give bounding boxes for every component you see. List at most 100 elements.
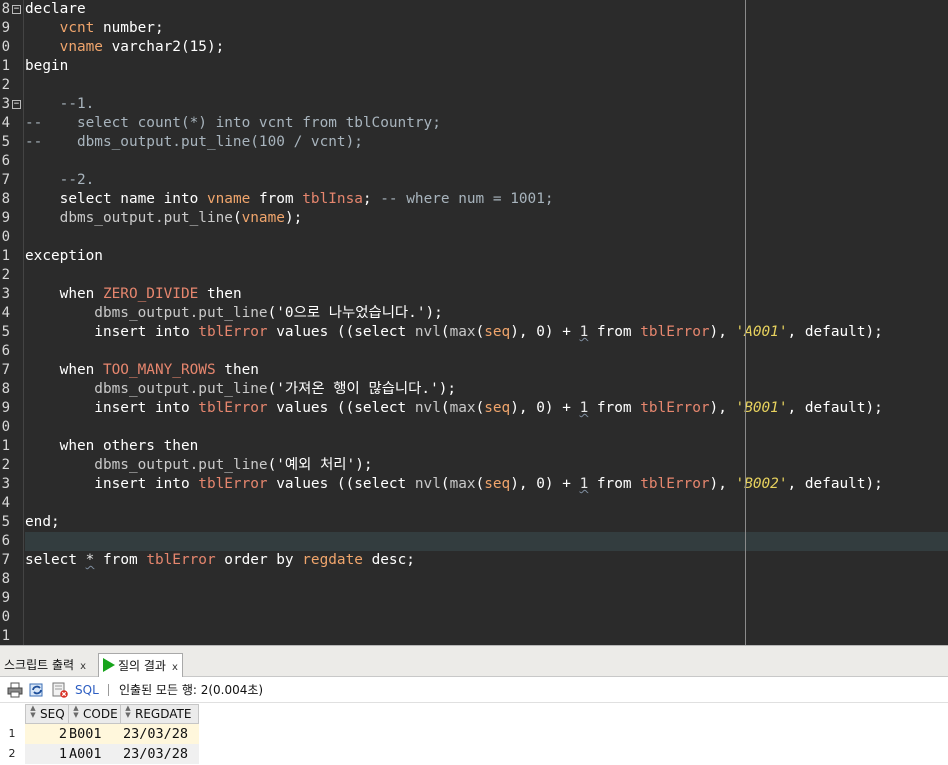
code-line[interactable]: dbms_output.put_line(vname); (25, 209, 948, 228)
cell-regdate[interactable]: 23/03/28 (121, 744, 199, 764)
code-token: from (588, 400, 641, 416)
code-token: select name into (25, 191, 207, 207)
code-line[interactable] (25, 76, 948, 95)
code-token: ); (284, 210, 303, 226)
code-line[interactable] (25, 608, 948, 627)
row-number: 1 (8, 727, 16, 740)
line-number: 1 (1, 628, 10, 644)
line-number: 8 (1, 191, 10, 207)
code-line[interactable] (25, 570, 948, 589)
code-token: ), (510, 400, 537, 416)
code-line[interactable] (25, 342, 948, 361)
code-token: varchar2 (102, 39, 181, 55)
cell-regdate[interactable]: 23/03/28 (121, 724, 199, 744)
sort-icon: ▲ ▼ (125, 704, 131, 719)
cell-seq[interactable]: 2 (25, 724, 69, 744)
line-number: 9 (1, 590, 10, 606)
line-number: 4 (1, 115, 10, 131)
code-token: --2. (25, 172, 95, 188)
current-line[interactable] (25, 532, 948, 551)
line-number: 2 (1, 457, 10, 473)
column-header-seq[interactable]: ▲ ▼ SEQ (25, 704, 69, 724)
code-line[interactable]: when ZERO_DIVIDE then (25, 285, 948, 304)
column-header-regdate[interactable]: ▲ ▼ REGDATE (120, 704, 199, 724)
code-line[interactable] (25, 418, 948, 437)
code-token: + (562, 400, 580, 416)
line-number: 2 (1, 267, 10, 283)
code-token: default); (804, 400, 883, 416)
code-token: vname (59, 39, 103, 55)
code-line[interactable]: insert into tblError values ((select nvl… (25, 323, 948, 342)
code-token: desc; (362, 552, 415, 568)
fetch-status-text: 인출된 모든 행: 2(0.004초) (119, 683, 264, 697)
column-header-code-label: CODE (83, 707, 118, 721)
code-line[interactable] (25, 627, 948, 645)
code-line[interactable] (25, 228, 948, 247)
code-token: when others then (25, 438, 199, 454)
code-token: max (449, 476, 476, 492)
code-line[interactable]: insert into tblError values ((select nvl… (25, 399, 948, 418)
code-line[interactable]: exception (25, 247, 948, 266)
line-number: 0 (1, 39, 10, 55)
code-area[interactable]: declare vcnt number; vname varchar2(15);… (25, 0, 948, 645)
line-number-gutter: 8 9 0 1 2 3 4 5 6 7 8 9 0 1 2 3 4 5 6 7 8 9 0 1 2 3 4 5 6 7 8 9 0 1 − − (0, 0, 24, 645)
cell-code[interactable]: B001 (69, 724, 121, 744)
code-token: dbms_output.put_line (25, 210, 233, 226)
code-token: ); (355, 457, 373, 473)
code-line[interactable]: vname varchar2(15); (25, 38, 948, 57)
code-line[interactable]: select name into vname from tblInsa; -- … (25, 190, 948, 209)
code-token: , (787, 476, 805, 492)
code-line[interactable]: --2. (25, 171, 948, 190)
code-token: ( (440, 324, 450, 340)
cell-code[interactable]: A001 (69, 744, 121, 764)
code-line[interactable]: dbms_output.put_line('0으로 나누었습니다.'); (25, 304, 948, 323)
line-number: 7 (1, 362, 10, 378)
fold-toggle-icon[interactable]: − (12, 100, 21, 109)
code-token: -- dbms_output.put_line(100 / vcnt); (25, 134, 363, 150)
code-token: + (562, 324, 580, 340)
column-header-code[interactable]: ▲ ▼ CODE (68, 704, 121, 724)
code-token: insert into (25, 476, 199, 492)
code-line[interactable] (25, 589, 948, 608)
code-line[interactable]: --1. (25, 95, 948, 114)
code-line[interactable]: when others then (25, 437, 948, 456)
tab-query-result-close-icon[interactable]: x (172, 662, 178, 673)
code-token: then (215, 362, 259, 378)
code-line[interactable]: -- dbms_output.put_line(100 / vcnt); (25, 133, 948, 152)
code-editor[interactable]: 8 9 0 1 2 3 4 5 6 7 8 9 0 1 2 3 4 5 6 7 8 9 0 1 2 3 4 5 6 7 8 9 0 1 − − dec… (0, 0, 948, 645)
print-icon[interactable] (7, 682, 23, 698)
sort-icon: ▲ ▼ (30, 704, 36, 719)
code-token: ) (544, 476, 563, 492)
code-token: ), (510, 324, 537, 340)
code-line[interactable]: end; (25, 513, 948, 532)
tab-script-output[interactable]: 스크립트 출력 x (0, 653, 90, 677)
code-token: 1 (579, 400, 589, 416)
code-line[interactable] (25, 494, 948, 513)
code-line[interactable]: when TOO_MANY_ROWS then (25, 361, 948, 380)
line-number: 4 (1, 495, 10, 511)
code-line[interactable]: select * from tblError order by regdate … (25, 551, 948, 570)
tab-query-result[interactable]: 질의 결과 x (98, 653, 183, 677)
sql-button[interactable]: SQL (75, 682, 99, 698)
code-line[interactable]: insert into tblError values ((select nvl… (25, 475, 948, 494)
code-token: ( (267, 305, 277, 321)
code-token: tblError (640, 476, 710, 492)
code-line[interactable]: begin (25, 57, 948, 76)
code-line[interactable] (25, 152, 948, 171)
code-line[interactable]: declare (25, 0, 948, 19)
refresh-icon[interactable] (29, 682, 45, 698)
cell-seq[interactable]: 1 (25, 744, 69, 764)
code-token: --1. (25, 96, 95, 112)
fold-toggle-icon[interactable]: − (12, 5, 21, 14)
code-line[interactable]: dbms_output.put_line('예외 처리'); (25, 456, 948, 475)
result-grid[interactable]: ▲ ▼ SEQ ▲ ▼ CODE ▲ ▼ REGDATE 1 2 B001 23/03/28… (0, 703, 948, 765)
code-line[interactable]: dbms_output.put_line('가져온 행이 많습니다.'); (25, 380, 948, 399)
code-token: tblError (198, 476, 268, 492)
code-line[interactable] (25, 266, 948, 285)
cancel-query-icon[interactable] (52, 682, 68, 698)
code-line[interactable]: -- select count(*) into vcnt from tblCou… (25, 114, 948, 133)
code-line[interactable]: vcnt number; (25, 19, 948, 38)
tab-script-output-close-icon[interactable]: x (80, 661, 86, 672)
code-token: nvl (414, 324, 441, 340)
line-number: 0 (1, 419, 10, 435)
